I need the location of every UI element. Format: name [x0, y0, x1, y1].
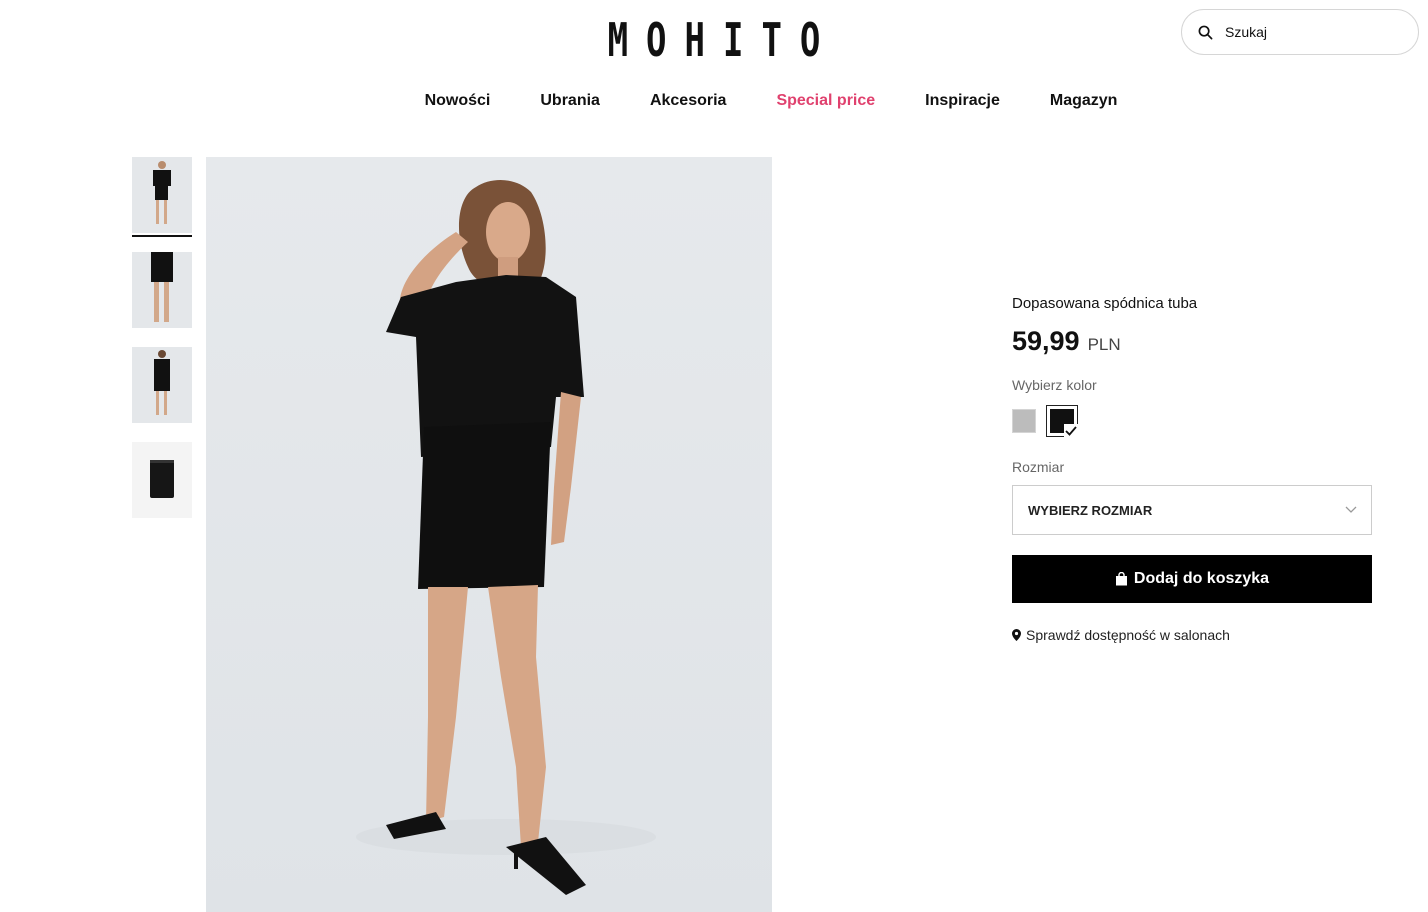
product-price: 59,99 PLN	[1012, 326, 1372, 357]
thumbnail-4[interactable]	[132, 442, 192, 518]
thumbnail-list	[132, 157, 192, 537]
size-select[interactable]: WYBIERZ ROZMIAR	[1012, 485, 1372, 535]
search-icon	[1198, 25, 1213, 39]
check-icon	[1064, 424, 1078, 437]
search-box[interactable]	[1181, 9, 1419, 55]
model-photo	[356, 180, 656, 895]
nav-item-nowosci[interactable]: Nowości	[425, 92, 491, 110]
thumbnail-1[interactable]	[132, 157, 192, 237]
color-label: Wybierz kolor	[1012, 377, 1097, 393]
size-select-value: WYBIERZ ROZMIAR	[1028, 502, 1153, 518]
price-amount: 59,99	[1012, 326, 1080, 356]
color-swatch-black-selected[interactable]	[1046, 405, 1078, 437]
nav-item-magazyn[interactable]: Magazyn	[1050, 92, 1118, 110]
color-swatch-grey[interactable]	[1012, 409, 1036, 433]
shopping-bag-icon	[1115, 572, 1127, 586]
thumbnail-2[interactable]	[132, 252, 192, 328]
size-label: Rozmiar	[1012, 459, 1065, 475]
nav-item-ubrania[interactable]: Ubrania	[540, 92, 600, 110]
nav-item-inspiracje[interactable]: Inspiracje	[925, 92, 1000, 110]
search-input[interactable]	[1223, 23, 1397, 41]
skirt-image	[150, 460, 174, 498]
product-title: Dopasowana spódnica tuba	[1012, 295, 1198, 312]
product-main-image[interactable]	[206, 157, 772, 912]
color-swatches	[1012, 405, 1372, 437]
location-pin-icon	[1012, 629, 1021, 641]
store-availability-link[interactable]: Sprawdź dostępność w salonach	[1012, 627, 1372, 643]
add-to-cart-label: Dodaj do koszyka	[1133, 570, 1270, 587]
thumbnail-3[interactable]	[132, 347, 192, 423]
nav-item-special-price[interactable]: Special price	[776, 92, 875, 110]
chevron-down-icon	[1345, 506, 1357, 513]
price-currency: PLN	[1087, 335, 1121, 354]
product-info: Dopasowana spódnica tuba 59,99 PLN Wybie…	[1012, 295, 1372, 643]
add-to-cart-button[interactable]: Dodaj do koszyka	[1012, 555, 1372, 603]
main-nav: Nowości Ubrania Akcesoria Special price …	[0, 92, 1428, 110]
nav-item-akcesoria[interactable]: Akcesoria	[650, 92, 727, 110]
store-availability-label: Sprawdź dostępność w salonach	[1026, 627, 1230, 643]
